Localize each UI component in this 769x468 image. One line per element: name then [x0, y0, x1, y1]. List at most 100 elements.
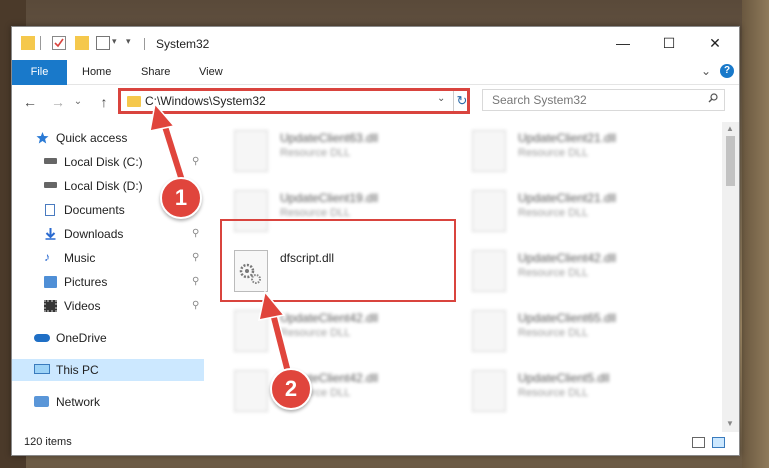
pin-icon[interactable]: ⚲	[192, 156, 199, 167]
file-item[interactable]: UpdateClient65.dll Resource DLL	[472, 308, 702, 360]
file-name: UpdateClient63.dll	[280, 131, 379, 145]
file-item[interactable]: UpdateClient5.dll Resource DLL	[472, 368, 702, 420]
scroll-down-icon[interactable]: ▼	[726, 419, 734, 428]
file-item[interactable]: UpdateClient21.dll Resource DLL	[472, 188, 702, 240]
title-divider	[144, 38, 145, 50]
ribbon: File Home Share View ⌄ ?	[12, 60, 739, 112]
file-item[interactable]: UpdateClient42.dll Resource DLL	[234, 308, 464, 360]
sidebar-item-local-disk-c[interactable]: Local Disk (C:) ⚲	[12, 151, 204, 173]
sidebar-item-label: Local Disk (D:)	[64, 179, 143, 193]
sidebar-item-quick-access[interactable]: Quick access	[12, 127, 204, 149]
properties-icon[interactable]	[52, 36, 66, 50]
pin-icon[interactable]: ⚲	[192, 300, 199, 311]
pin-icon[interactable]: ⚲	[192, 276, 199, 287]
search-input[interactable]: Search System32	[482, 89, 725, 111]
pin-icon[interactable]: ⚲	[192, 252, 199, 263]
file-description: Resource DLL	[518, 147, 589, 159]
file-description: Resource DLL	[280, 147, 351, 159]
file-name: UpdateClient5.dll	[518, 371, 610, 385]
dll-file-icon	[472, 130, 506, 172]
drive-icon	[44, 158, 57, 164]
details-view-icon[interactable]	[692, 437, 705, 448]
sidebar-item-label: This PC	[56, 363, 99, 377]
item-count: 120 items	[24, 436, 72, 448]
sidebar-item-label: Downloads	[64, 227, 124, 241]
title-bar: ▾ ▾ System32 — ☐ ✕	[12, 27, 739, 61]
large-icons-view-icon[interactable]	[712, 437, 725, 448]
sidebar-item-videos[interactable]: Videos ⚲	[12, 295, 204, 317]
file-name: UpdateClient21.dll	[518, 131, 617, 145]
drive-icon	[44, 182, 57, 188]
file-item[interactable]: UpdateClient21.dll Resource DLL	[472, 128, 702, 180]
file-item[interactable]: UpdateClient42.dll Resource DLL	[234, 368, 464, 420]
navigation-pane: Quick access Local Disk (C:) ⚲ Local Dis…	[12, 122, 204, 432]
close-button[interactable]: ✕	[692, 27, 738, 59]
expand-ribbon-icon[interactable]: ⌄	[701, 64, 711, 78]
file-description: Resource DLL	[518, 267, 589, 279]
customize-toolbar-icon[interactable]: ▾	[126, 36, 134, 50]
minimize-button[interactable]: —	[600, 27, 646, 59]
background-tree	[742, 0, 769, 468]
step-badge-1: 1	[160, 177, 202, 219]
sidebar-item-label: Network	[56, 395, 101, 409]
folder-icon	[21, 36, 35, 50]
refresh-button[interactable]: ↻	[453, 91, 470, 111]
search-placeholder: Search System32	[492, 93, 587, 107]
file-description: Resource DLL	[518, 387, 589, 399]
sidebar-item-downloads[interactable]: Downloads ⚲	[12, 223, 204, 245]
sidebar-item-label: Videos	[64, 299, 101, 313]
sidebar-item-network[interactable]: Network	[12, 391, 204, 413]
sidebar-item-pictures[interactable]: Pictures ⚲	[12, 271, 204, 293]
file-name: UpdateClient42.dll	[518, 251, 617, 265]
star-icon	[36, 132, 49, 144]
dll-file-icon	[234, 130, 268, 172]
sidebar-item-this-pc[interactable]: This PC	[12, 359, 204, 381]
sidebar-item-label: Local Disk (C:)	[64, 155, 143, 169]
up-button[interactable]: ↑	[95, 93, 113, 111]
file-item[interactable]: UpdateClient63.dll Resource DLL	[234, 128, 464, 180]
chevron-down-icon[interactable]: ▾	[112, 36, 120, 50]
new-folder-icon[interactable]	[75, 36, 89, 50]
search-icon[interactable]	[708, 93, 718, 103]
dll-file-icon	[472, 250, 506, 292]
address-dropdown-icon[interactable]: ⌄	[437, 93, 445, 104]
folder-icon	[127, 96, 141, 107]
dll-file-icon	[472, 310, 506, 352]
view-options-icon[interactable]	[96, 36, 110, 50]
forward-button[interactable]: →	[49, 93, 67, 111]
address-path[interactable]: C:\Windows\System32	[145, 94, 266, 108]
sidebar-item-onedrive[interactable]: OneDrive	[12, 327, 204, 349]
document-icon	[45, 204, 55, 216]
window-title: System32	[156, 37, 210, 51]
file-description: Resource DLL	[518, 327, 589, 339]
tab-share[interactable]: Share	[129, 60, 182, 84]
dll-file-icon	[234, 370, 268, 412]
file-description: Resource DLL	[280, 207, 351, 219]
file-item[interactable]: UpdateClient42.dll Resource DLL	[472, 248, 702, 300]
tab-view[interactable]: View	[187, 60, 235, 84]
network-icon	[34, 396, 49, 407]
file-description: Resource DLL	[280, 327, 351, 339]
scroll-up-icon[interactable]: ▲	[726, 124, 734, 133]
file-description: Resource DLL	[518, 207, 589, 219]
scrollbar-thumb[interactable]	[726, 136, 735, 186]
download-icon	[45, 228, 56, 240]
dll-file-icon	[472, 190, 506, 232]
dll-file-icon	[234, 310, 268, 352]
pin-icon[interactable]: ⚲	[192, 228, 199, 239]
recent-locations-button[interactable]: ⌄	[69, 93, 87, 111]
help-icon[interactable]: ?	[720, 64, 734, 78]
step-badge-2: 2	[270, 368, 312, 410]
toolbar-divider	[40, 36, 41, 50]
tab-home[interactable]: Home	[70, 60, 123, 84]
address-bar[interactable]: C:\Windows\System32 ⌄ ↻	[118, 88, 470, 114]
video-icon	[44, 300, 57, 312]
maximize-button[interactable]: ☐	[646, 27, 692, 59]
sidebar-item-music[interactable]: ♪ Music ⚲	[12, 247, 204, 269]
back-button[interactable]: ←	[21, 93, 39, 111]
file-name: UpdateClient21.dll	[518, 191, 617, 205]
address-row: ← → ⌄ ↑ C:\Windows\System32 ⌄ ↻ Search S…	[12, 85, 739, 119]
dll-file-icon	[472, 370, 506, 412]
file-name: UpdateClient19.dll	[280, 191, 379, 205]
vertical-scrollbar[interactable]: ▲ ▼	[722, 122, 739, 432]
